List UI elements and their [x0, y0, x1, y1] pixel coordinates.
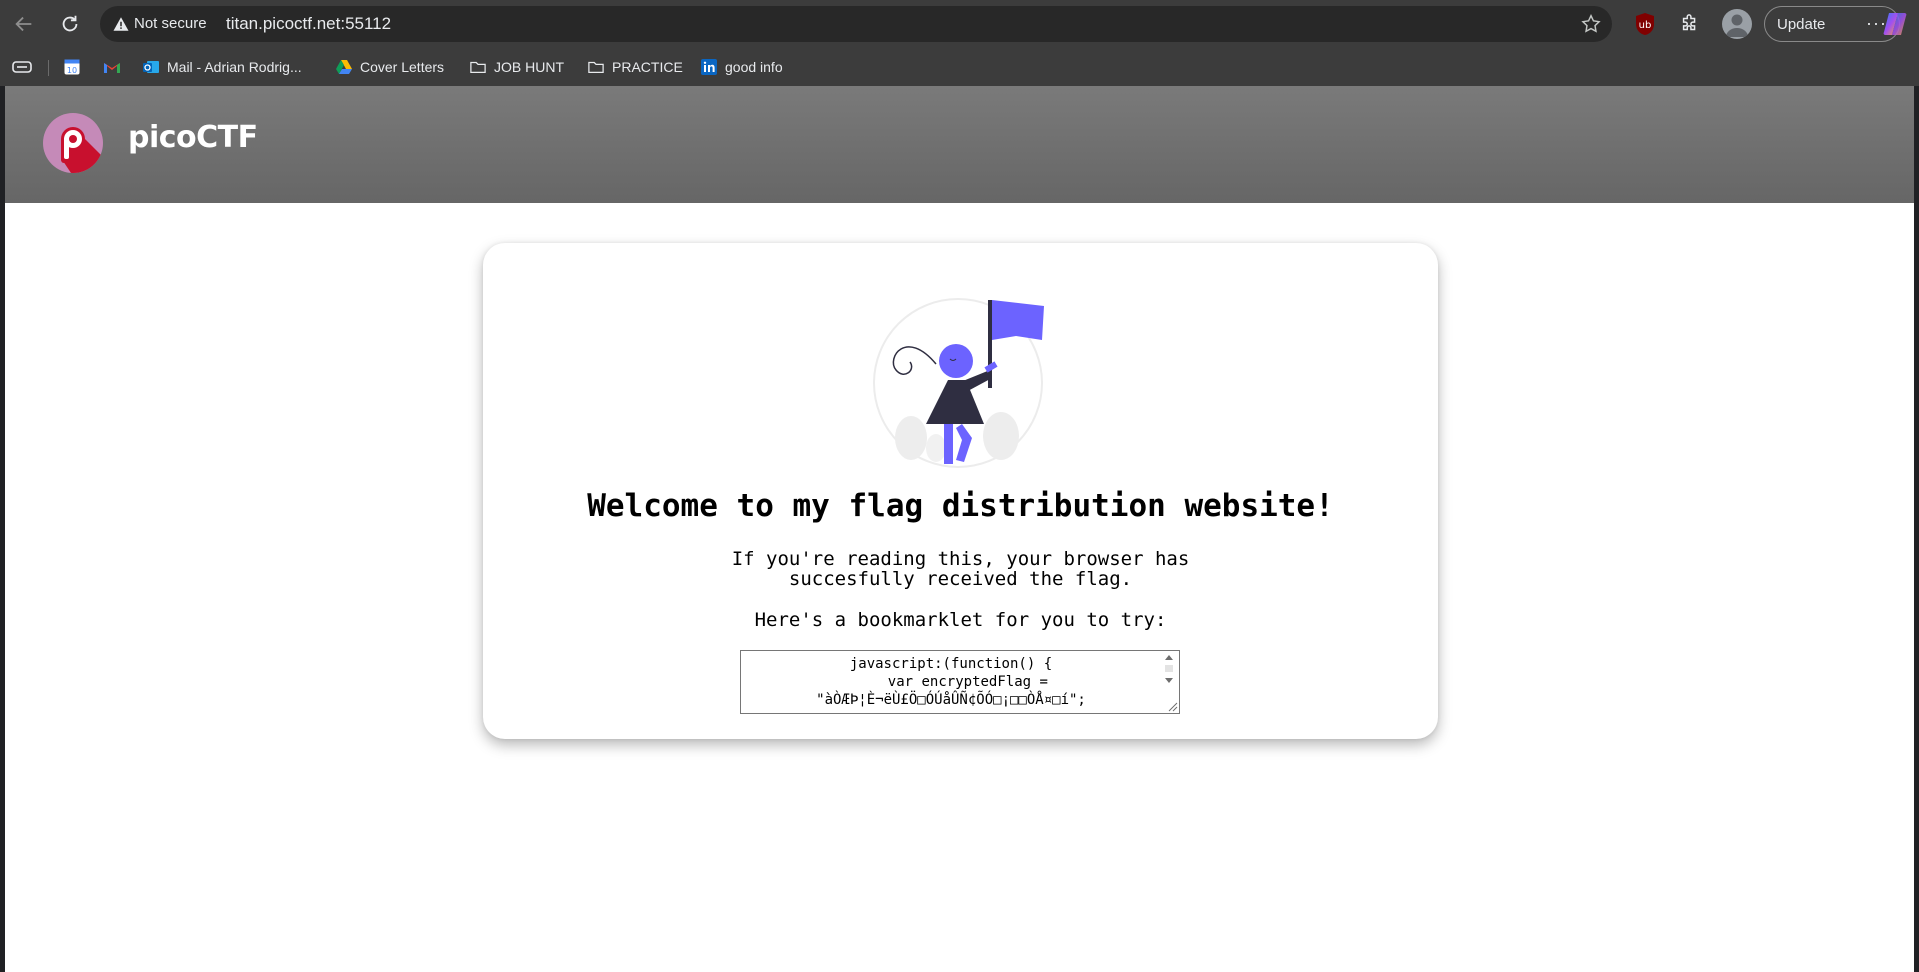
- calendar-day: 10: [67, 66, 77, 75]
- svg-text:ub: ub: [1639, 20, 1652, 31]
- profile-avatar[interactable]: [1722, 9, 1752, 39]
- site-logo-text[interactable]: picoCTF: [128, 120, 258, 155]
- page-viewport: picoCTF Welcome to my flag distribution …: [5, 86, 1914, 972]
- welcome-heading: Welcome to my flag distribution website!: [587, 488, 1334, 524]
- gmail-icon: [104, 59, 120, 75]
- copilot-icon[interactable]: [1880, 9, 1910, 39]
- folder-icon: [588, 59, 604, 75]
- bookmark-outlook-mail[interactable]: Mail - Adrian Rodrig...: [143, 56, 302, 78]
- tab-switcher-icon: [12, 61, 32, 73]
- bookmarks-bar: 10 Mail - Adrian Rodrig... Cover Letters…: [0, 48, 1919, 86]
- back-button[interactable]: [8, 8, 40, 40]
- bookmark-label: PRACTICE: [612, 59, 683, 75]
- textarea-resize-grip[interactable]: [1166, 700, 1178, 712]
- bookmark-good-info[interactable]: good info: [701, 56, 783, 78]
- warning-icon[interactable]: [112, 15, 130, 33]
- linkedin-icon: [701, 59, 717, 75]
- browser-message-line-1: If you're reading this, your browser has: [731, 548, 1190, 570]
- site-header: picoCTF: [5, 86, 1914, 203]
- google-drive-icon: [336, 59, 352, 75]
- browser-message-line-2: succesfully received the flag.: [788, 568, 1133, 590]
- address-bar[interactable]: Not secure titan.picoctf.net:55112: [100, 6, 1612, 42]
- bookmark-calendar[interactable]: 10: [64, 56, 88, 78]
- reload-button[interactable]: [54, 8, 86, 40]
- reload-icon: [62, 15, 78, 32]
- update-label: Update: [1777, 15, 1826, 33]
- flag-person-illustration: [873, 298, 1044, 468]
- calendar-icon: 10: [64, 59, 80, 75]
- bookmark-folder-practice[interactable]: PRACTICE: [588, 56, 683, 78]
- bookmark-cover-letters[interactable]: Cover Letters: [336, 56, 444, 78]
- tab-search-button[interactable]: [12, 56, 32, 78]
- browser-message: If you're reading this, your browser has…: [483, 549, 1438, 589]
- bookmarklet-code-textarea[interactable]: javascript:(function() { var encryptedFl…: [740, 650, 1180, 714]
- picoctf-logo-icon[interactable]: [43, 113, 103, 173]
- extensions-button[interactable]: [1676, 10, 1704, 38]
- security-label[interactable]: Not secure: [134, 15, 207, 32]
- outlook-icon: [143, 59, 159, 75]
- bookmark-label: good info: [725, 59, 783, 75]
- ublock-origin-icon[interactable]: ub: [1634, 12, 1656, 36]
- flag-card: Welcome to my flag distribution website!…: [483, 243, 1438, 739]
- url-text[interactable]: titan.picoctf.net:55112: [226, 14, 391, 34]
- back-arrow-icon: [15, 16, 32, 32]
- bookmark-star-icon[interactable]: [1580, 13, 1602, 35]
- bookmark-label: JOB HUNT: [494, 59, 564, 75]
- folder-icon: [470, 59, 486, 75]
- bookmark-gmail[interactable]: [104, 56, 128, 78]
- puzzle-icon: [1682, 14, 1696, 31]
- bookmarklet-prompt: Here's a bookmarklet for you to try:: [754, 609, 1167, 631]
- person-icon: [1726, 14, 1748, 37]
- browser-toolbar: Not secure titan.picoctf.net:55112 ub Up…: [0, 0, 1919, 48]
- bookmarks-divider: [48, 60, 49, 76]
- bookmark-label: Cover Letters: [360, 59, 445, 75]
- bookmark-label: Mail - Adrian Rodrig...: [167, 59, 302, 75]
- bookmark-folder-job-hunt[interactable]: JOB HUNT: [470, 56, 564, 78]
